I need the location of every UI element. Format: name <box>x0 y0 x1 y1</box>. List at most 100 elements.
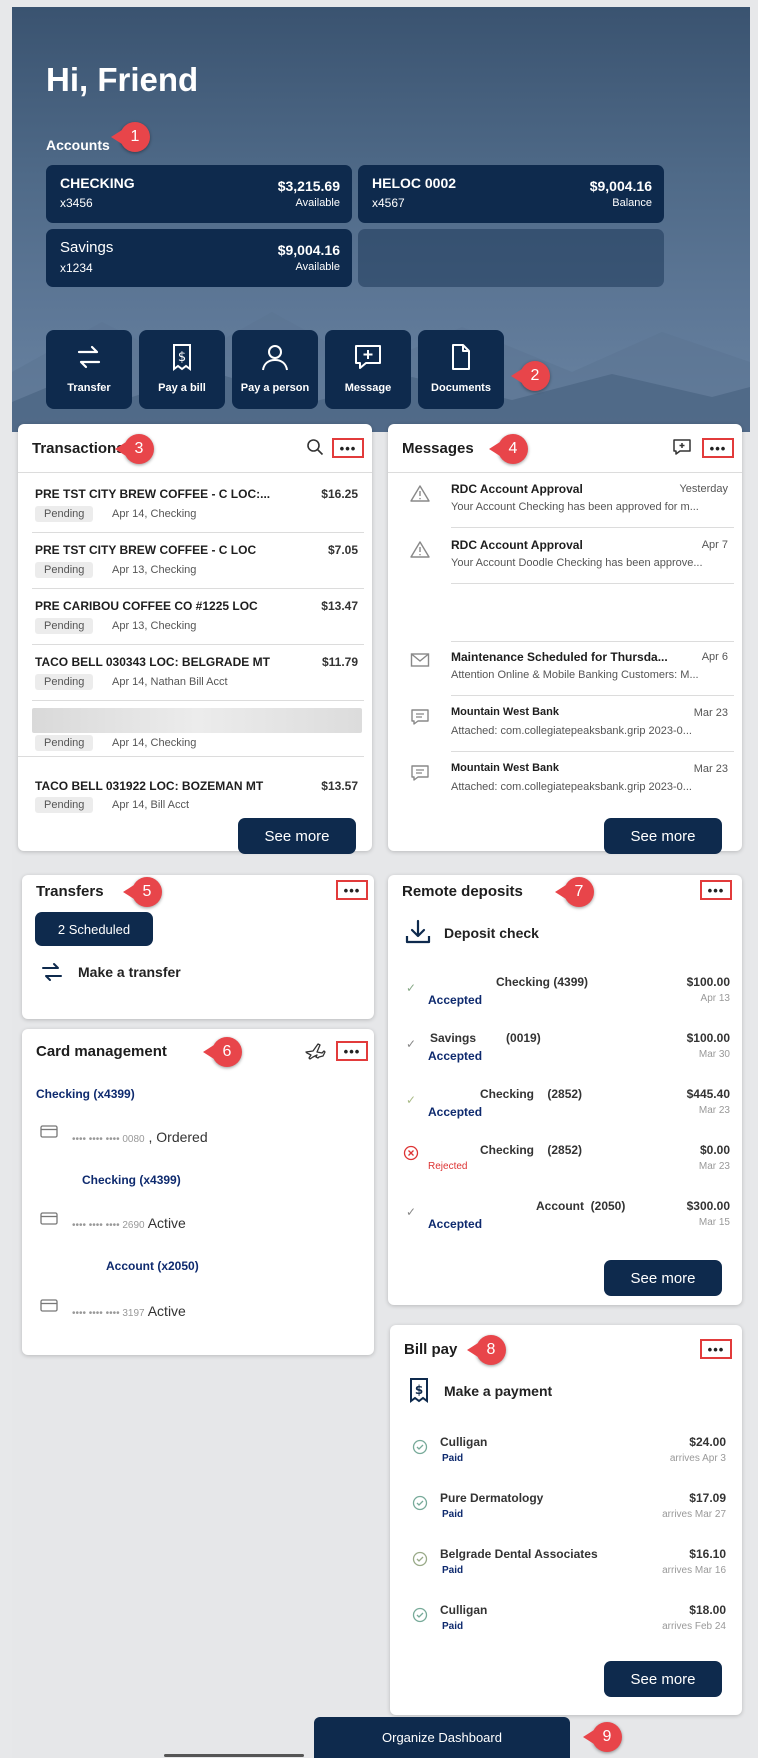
redacted-description <box>32 708 362 733</box>
message-date: Yesterday <box>679 483 728 495</box>
transaction-row[interactable]: PRE CARIBOU COFFEE CO #1225 LOC $13.47 P… <box>32 591 364 645</box>
message-row[interactable]: Maintenance Scheduled for Thursda... Apr… <box>396 642 734 696</box>
make-payment-label: Make a payment <box>444 1383 553 1399</box>
transaction-amount: $13.57 <box>321 779 358 793</box>
card-management-card: Card management 6 ••• Checking (x4399) •… <box>22 1029 374 1355</box>
transaction-row-redacted[interactable]: Pending Apr 14, Checking <box>18 703 364 757</box>
transaction-description: TACO BELL 031922 LOC: BOZEMAN MT <box>35 779 264 793</box>
scheduled-transfers-button[interactable]: 2 Scheduled <box>35 912 153 946</box>
messages-see-more-button[interactable]: See more <box>604 818 722 854</box>
action-label: Pay a person <box>240 382 310 394</box>
deposit-account: Savings (0019) <box>430 1031 541 1045</box>
make-transfer-link[interactable]: Make a transfer <box>38 958 338 988</box>
organize-dashboard-button[interactable]: Organize Dashboard <box>314 1717 570 1758</box>
transaction-row[interactable]: PRE TST CITY BREW COFFEE - C LOC:... $16… <box>32 479 364 533</box>
deposit-row[interactable]: ✓ Savings (0019) Accepted $100.00 Mar 30 <box>396 1031 736 1079</box>
deposit-amount: $100.00 <box>686 1031 730 1045</box>
message-row[interactable]: RDC Account Approval Apr 7 Your Account … <box>396 530 734 584</box>
transaction-row[interactable]: TACO BELL 030343 LOC: BELGRADE MT $11.79… <box>32 647 364 701</box>
callout-badge-7: 7 <box>555 877 594 907</box>
compose-message-icon[interactable] <box>672 438 692 456</box>
transaction-amount: $16.25 <box>321 487 358 501</box>
message-row[interactable]: Mountain West Bank Mar 23 Attached: com.… <box>396 698 734 752</box>
credit-card-icon <box>40 1299 58 1312</box>
bill-pay-see-more-button[interactable]: See more <box>604 1661 722 1697</box>
bill-status: Paid <box>442 1565 464 1576</box>
transaction-amount: $7.05 <box>327 543 358 557</box>
bill-row[interactable]: Pure Dermatology Paid $17.09 arrives Mar… <box>398 1491 734 1539</box>
callout-badge-5: 5 <box>123 877 162 907</box>
remote-deposits-see-more-button[interactable]: See more <box>604 1260 722 1296</box>
message-preview: Your Account Doodle Checking has been ap… <box>451 557 703 569</box>
bill-amount: $18.00 <box>689 1603 726 1617</box>
transfers-more-button[interactable]: ••• <box>336 880 368 900</box>
card-row[interactable]: •••• •••• •••• 0080 , Ordered <box>72 1129 208 1145</box>
travel-plane-icon[interactable] <box>304 1041 326 1061</box>
transaction-meta: Apr 14, Nathan Bill Acct <box>112 676 228 688</box>
message-row[interactable]: Mountain West Bank Mar 23 Attached: com.… <box>396 754 734 808</box>
messages-more-button[interactable]: ••• <box>702 438 734 458</box>
transfer-action-button[interactable]: Transfer <box>46 330 132 409</box>
deposit-check-link[interactable]: Deposit check <box>402 919 702 949</box>
transfer-icon <box>42 963 62 981</box>
transaction-row[interactable]: PRE TST CITY BREW COFFEE - C LOC $7.05 P… <box>32 535 364 589</box>
account-card-checking[interactable]: CHECKING x3456 $3,215.69 Available <box>46 165 352 223</box>
pay-bill-action-button[interactable]: $ Pay a bill <box>139 330 225 409</box>
deposit-row[interactable]: ✓ Checking (2852) Accepted $445.40 Mar 2… <box>396 1087 736 1135</box>
pending-badge: Pending <box>35 797 94 813</box>
search-icon[interactable] <box>306 438 324 456</box>
card-management-more-button[interactable]: ••• <box>336 1041 368 1061</box>
message-action-button[interactable]: Message <box>325 330 411 409</box>
callout-badge-4: 4 <box>489 434 528 464</box>
deposit-check-label: Deposit check <box>444 925 539 941</box>
callout-badge-1: 1 <box>111 122 150 152</box>
deposit-status: Accepted <box>428 1049 483 1063</box>
message-date: Apr 6 <box>701 651 728 663</box>
transactions-card: Transactions 3 ••• PRE TST CITY BREW COF… <box>18 424 372 854</box>
bill-pay-more-button[interactable]: ••• <box>700 1339 732 1359</box>
deposit-row[interactable]: ✓ Checking (4399) Accepted $100.00 Apr 1… <box>396 975 736 1023</box>
deposit-account: Account (2050) <box>536 1199 626 1213</box>
pending-badge: Pending <box>35 506 94 522</box>
deposit-status: Accepted <box>428 1105 483 1119</box>
transaction-meta: Apr 14, Checking <box>112 508 197 520</box>
deposit-amount: $0.00 <box>699 1143 730 1157</box>
accounts-label: Accounts <box>46 137 110 153</box>
remote-deposits-more-button[interactable]: ••• <box>700 880 732 900</box>
bill-row[interactable]: Culligan Paid $18.00 arrives Feb 24 <box>398 1603 734 1651</box>
bill-payee: Belgrade Dental Associates <box>440 1547 598 1561</box>
bill-date: arrives Mar 27 <box>662 1509 726 1520</box>
transaction-row[interactable]: TACO BELL 031922 LOC: BOZEMAN MT $13.57 … <box>32 759 364 813</box>
card-row[interactable]: •••• •••• •••• 2690 Active <box>72 1215 186 1231</box>
bill-pay-card: Bill pay 8 ••• $ Make a payment Culligan… <box>390 1325 742 1715</box>
card-row[interactable]: •••• •••• •••• 3197 Active <box>72 1303 186 1319</box>
callout-badge-8: 8 <box>467 1335 506 1365</box>
make-payment-link[interactable]: $ Make a payment <box>408 1377 708 1407</box>
transaction-description: PRE TST CITY BREW COFFEE - C LOC <box>35 543 257 557</box>
card-management-title: Card management <box>36 1043 167 1060</box>
bill-row[interactable]: Belgrade Dental Associates Paid $16.10 a… <box>398 1547 734 1595</box>
message-row[interactable]: RDC Account Approval Yesterday Your Acco… <box>396 474 734 528</box>
transactions-more-button[interactable]: ••• <box>332 438 364 458</box>
deposit-account: Checking (2852) <box>480 1143 583 1157</box>
callout-badge-9: 9 <box>583 1722 622 1752</box>
documents-action-button[interactable]: Documents <box>418 330 504 409</box>
message-preview: Attention Online & Mobile Banking Custom… <box>451 669 699 681</box>
transaction-description: PRE TST CITY BREW COFFEE - C LOC:... <box>35 487 271 501</box>
card-account-label: Account (x2050) <box>106 1259 199 1273</box>
deposit-row[interactable]: ✓ Account (2050) Accepted $300.00 Mar 15 <box>396 1199 736 1247</box>
transactions-see-more-button[interactable]: See more <box>238 818 356 854</box>
pay-person-action-button[interactable]: Pay a person <box>232 330 318 409</box>
message-preview: Attached: com.collegiatepeaksbank.grip 2… <box>451 781 692 793</box>
account-amount: $3,215.69 <box>277 178 340 194</box>
bill-row[interactable]: Culligan Paid $24.00 arrives Apr 3 <box>398 1435 734 1483</box>
warning-icon <box>410 541 430 558</box>
deposit-row[interactable]: Checking (2852) Rejected $0.00 Mar 23 <box>396 1143 736 1191</box>
person-icon <box>262 345 288 371</box>
bill-amount: $24.00 <box>689 1435 726 1449</box>
check-icon: ✓ <box>406 1205 417 1219</box>
account-card-heloc[interactable]: HELOC 0002 x4567 $9,004.16 Balance <box>358 165 664 223</box>
card-status: Active <box>147 1303 186 1319</box>
deposit-date: Mar 30 <box>698 1049 730 1060</box>
account-card-savings[interactable]: Savings x1234 $9,004.16 Available <box>46 229 352 287</box>
